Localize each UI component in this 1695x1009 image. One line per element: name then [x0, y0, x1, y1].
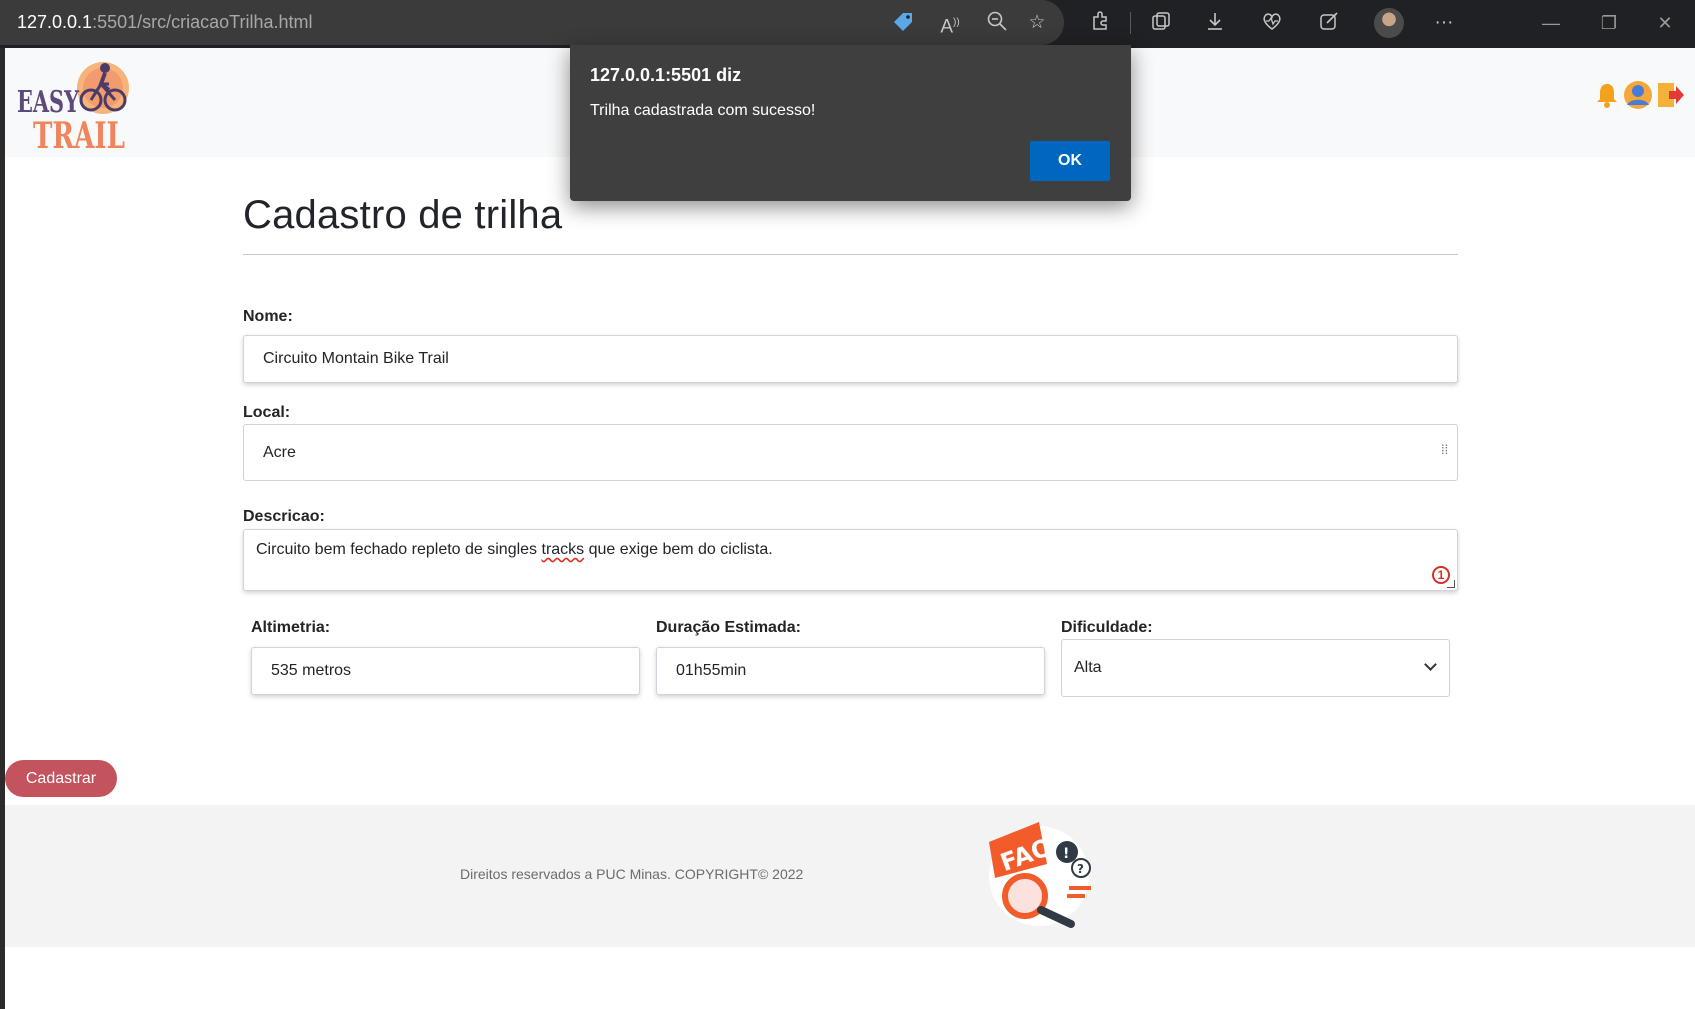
local-input[interactable]: Acre ⁞⁞	[243, 424, 1458, 481]
nome-label: Nome:	[243, 308, 293, 325]
copyright-text: Direitos reservados a PUC Minas. COPYRIG…	[460, 866, 804, 882]
notification-bell-icon[interactable]	[1592, 80, 1622, 110]
descricao-textarea[interactable]: Circuito bem fechado repleto de singles …	[243, 529, 1458, 591]
address-bar[interactable]: 127.0.0.1:5501/src/criacaoTrilha.html A)…	[0, 0, 1064, 45]
local-value: Acre	[263, 443, 296, 461]
health-icon[interactable]	[1259, 10, 1285, 36]
close-icon[interactable]: ✕	[1645, 8, 1685, 38]
descricao-text-start: Circuito bem fechado repleto de singles	[256, 541, 542, 558]
descricao-text-end: que exige bem do ciclista.	[584, 541, 773, 558]
site-footer: Direitos reservados a PUC Minas. COPYRIG…	[5, 805, 1695, 947]
altimetria-input[interactable]: 535 metros	[251, 647, 640, 695]
svg-text:?: ?	[1077, 862, 1084, 876]
minimize-icon[interactable]: —	[1531, 8, 1571, 38]
url-path: :5501/src/criacaoTrilha.html	[92, 12, 313, 32]
dialog-message: Trilha cadastrada com sucesso!	[590, 102, 816, 119]
profile-avatar[interactable]	[1374, 8, 1404, 38]
altimetria-label: Altimetria:	[251, 619, 331, 636]
title-divider	[243, 254, 1458, 255]
url-text[interactable]: 127.0.0.1:5501/src/criacaoTrilha.html	[17, 12, 313, 33]
browser-toolbar: 127.0.0.1:5501/src/criacaoTrilha.html A)…	[0, 0, 1695, 48]
dificuldade-value: Alta	[1074, 659, 1102, 676]
descricao-misspelled-word[interactable]: tracks	[542, 541, 585, 558]
resize-grip-icon[interactable]	[1447, 580, 1455, 588]
url-host: 127.0.0.1	[17, 12, 93, 32]
descricao-value: Circuito bem fechado repleto de singles …	[256, 541, 773, 559]
restore-icon[interactable]: ❐	[1589, 8, 1629, 38]
toolbar-separator	[1130, 12, 1131, 34]
descricao-label: Descricao:	[243, 508, 325, 525]
read-aloud-icon[interactable]: A))	[937, 10, 963, 37]
collections-icon[interactable]	[1148, 10, 1174, 36]
local-label: Local:	[243, 404, 291, 421]
alert-dialog: 127.0.0.1:5501 diz Trilha cadastrada com…	[570, 45, 1131, 201]
nome-value: Circuito Montain Bike Trail	[263, 350, 449, 367]
zoom-out-icon[interactable]	[984, 10, 1010, 36]
faq-illustration[interactable]: FAQ ! ?	[977, 814, 1101, 930]
tag-icon[interactable]	[890, 10, 916, 36]
svg-text:!: !	[1063, 846, 1069, 862]
edit-icon[interactable]	[1316, 10, 1342, 36]
cadastrar-button[interactable]: Cadastrar	[5, 760, 117, 797]
page-title: Cadastro de trilha	[243, 193, 563, 237]
chevron-down-icon	[1424, 658, 1437, 671]
more-icon[interactable]: ···	[1431, 10, 1457, 36]
user-profile-icon[interactable]	[1623, 80, 1653, 110]
duracao-label: Duração Estimada:	[656, 619, 801, 636]
downloads-icon[interactable]	[1202, 10, 1228, 36]
logout-icon[interactable]	[1655, 80, 1685, 110]
autofill-icon[interactable]: ⁞⁞	[1441, 443, 1451, 457]
extensions-icon[interactable]	[1087, 10, 1113, 36]
altimetria-value: 535 metros	[271, 662, 352, 679]
easy-trail-logo[interactable]: EASY TRAIL	[15, 56, 135, 157]
dificuldade-select[interactable]: Alta	[1061, 639, 1450, 697]
logo-text-trail: TRAIL	[33, 115, 125, 152]
duracao-input[interactable]: 01h55min	[656, 647, 1045, 695]
dialog-title: 127.0.0.1:5501 diz	[590, 65, 742, 85]
duracao-value: 01h55min	[676, 662, 747, 679]
dificuldade-label: Dificuldade:	[1061, 619, 1153, 636]
add-favorite-icon[interactable]: ☆	[1024, 10, 1050, 36]
nome-input[interactable]: Circuito Montain Bike Trail	[243, 335, 1458, 383]
ok-button[interactable]: OK	[1030, 141, 1110, 181]
